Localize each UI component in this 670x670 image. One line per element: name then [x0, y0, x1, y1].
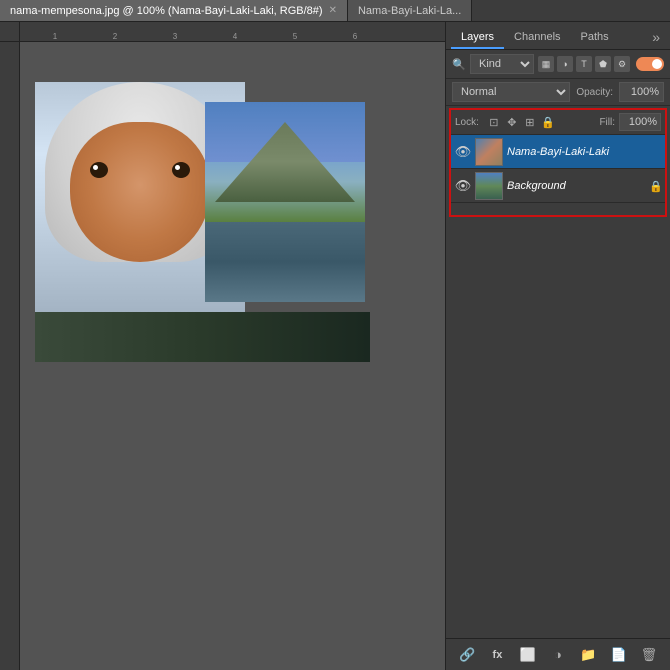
filter-type-icon[interactable]: T	[576, 56, 592, 72]
filter-toggle[interactable]	[636, 57, 664, 71]
layer-name-1: Background	[507, 180, 645, 192]
lock-row: Lock: ⊡ ✥ ⊞ 🔒 Fill:	[451, 110, 665, 135]
ruler-horizontal: 1 2 3 4 5 6	[20, 22, 445, 42]
mountain-photo-layer	[205, 102, 365, 302]
ruler-h-2: 2	[85, 32, 145, 41]
lock-label: Lock:	[455, 117, 479, 128]
right-panel: Layers Channels Paths » 🔍 Kind ▦ ◑ T ⬟ ⚙	[445, 22, 670, 670]
ruler-h-3: 3	[145, 32, 205, 41]
panel-spacer	[446, 219, 670, 638]
filter-icons-row: ▦ ◑ T ⬟ ⚙	[538, 56, 630, 72]
layer-visibility-1[interactable]: 👁	[455, 178, 471, 194]
photo-composite	[35, 82, 370, 362]
strip-mountain	[35, 312, 370, 362]
ruler-h-6: 6	[325, 32, 385, 41]
bottom-strip	[35, 312, 370, 362]
ruler-h-ticks: 1 2 3 4 5 6	[20, 32, 385, 41]
panel-tab-more[interactable]: »	[647, 25, 665, 49]
fx-icon[interactable]: fx	[487, 645, 507, 665]
tab-label-1: nama-mempesona.jpg @ 100% (Nama-Bayi-Lak…	[10, 5, 323, 17]
main-layout: 1 2 3 4 5 6	[0, 22, 670, 670]
lock-position-icon[interactable]: ✥	[505, 115, 519, 129]
layer-lock-icon-1: 🔒	[649, 180, 661, 192]
fill-label: Fill:	[599, 117, 615, 128]
tab-close-1[interactable]: ✕	[329, 5, 337, 16]
blend-mode-select[interactable]: Normal	[452, 82, 570, 102]
filter-row: 🔍 Kind ▦ ◑ T ⬟ ⚙	[446, 50, 670, 79]
baby-skin	[70, 122, 210, 262]
layer-item-1[interactable]: 👁 Background 🔒	[451, 169, 665, 203]
tab-layers[interactable]: Layers	[451, 27, 504, 49]
panel-bottom-toolbar: 🔗 fx ⬜ ◑ 📁 📄 🗑	[446, 638, 670, 670]
layer-thumbnail-0	[475, 138, 503, 166]
baby-eye-right	[172, 162, 190, 178]
layer-item-0[interactable]: 👁 Nama-Bayi-Laki-Laki	[451, 135, 665, 169]
layer-thumbnail-1	[475, 172, 503, 200]
tab-bar: nama-mempesona.jpg @ 100% (Nama-Bayi-Lak…	[0, 0, 670, 22]
baby-eye-left	[90, 162, 108, 178]
layer-name-0: Nama-Bayi-Laki-Laki	[507, 146, 661, 158]
panel-tabs: Layers Channels Paths »	[446, 22, 670, 50]
tab-file-2[interactable]: Nama-Bayi-Laki-La...	[348, 0, 472, 21]
lock-artboard-icon[interactable]: ⊞	[523, 115, 537, 129]
baby-eyes	[90, 162, 190, 182]
ruler-h-4: 4	[205, 32, 265, 41]
layers-list: 👁 Nama-Bayi-Laki-Laki 👁 Background 🔒	[451, 135, 665, 215]
opacity-input[interactable]	[619, 82, 664, 102]
ruler-h-1: 1	[25, 32, 85, 41]
ruler-vertical	[0, 22, 20, 670]
tab-channels[interactable]: Channels	[504, 27, 570, 49]
filter-search-icon[interactable]: 🔍	[452, 57, 466, 71]
filter-smart-icon[interactable]: ⚙	[614, 56, 630, 72]
layers-section: Lock: ⊡ ✥ ⊞ 🔒 Fill: 👁 Nama-Bayi-Laki-Lak…	[449, 108, 667, 217]
new-layer-icon[interactable]: 📄	[609, 645, 629, 665]
canvas-content	[20, 42, 445, 670]
mask-icon[interactable]: ⬜	[518, 645, 538, 665]
mountain-water	[205, 222, 365, 302]
opacity-label: Opacity:	[576, 87, 613, 98]
lock-all-icon[interactable]: 🔒	[541, 115, 555, 129]
tab-paths[interactable]: Paths	[571, 27, 619, 49]
tab-file-1[interactable]: nama-mempesona.jpg @ 100% (Nama-Bayi-Lak…	[0, 0, 348, 21]
group-icon[interactable]: 📁	[578, 645, 598, 665]
ruler-h-5: 5	[265, 32, 325, 41]
layer-visibility-0[interactable]: 👁	[455, 144, 471, 160]
ruler-corner	[0, 22, 20, 42]
fill-input[interactable]	[619, 113, 661, 131]
lock-transparent-icon[interactable]: ⊡	[487, 115, 501, 129]
link-icon[interactable]: 🔗	[457, 645, 477, 665]
canvas-area: 1 2 3 4 5 6	[0, 22, 445, 670]
filter-kind-select[interactable]: Kind	[470, 54, 534, 74]
tab-label-2: Nama-Bayi-Laki-La...	[358, 5, 461, 17]
filter-shape-icon[interactable]: ⬟	[595, 56, 611, 72]
adjustment-icon[interactable]: ◑	[548, 645, 568, 665]
delete-layer-icon[interactable]: 🗑	[639, 645, 659, 665]
filter-pixel-icon[interactable]: ▦	[538, 56, 554, 72]
blend-mode-row: Normal Opacity:	[446, 79, 670, 106]
filter-adjustment-icon[interactable]: ◑	[557, 56, 573, 72]
